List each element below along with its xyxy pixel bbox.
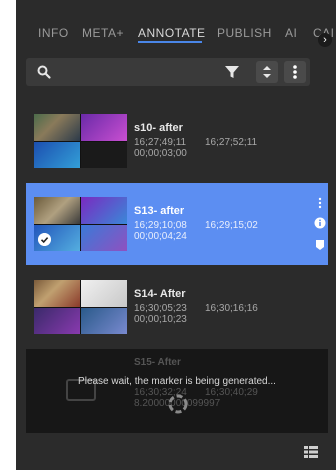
active-tab-indicator	[138, 41, 202, 43]
annotation-duration: 00;00;10;23	[134, 314, 187, 325]
tab-bar: INFO META+ ANNOTATE PUBLISH AI CAI ›	[16, 18, 336, 47]
more-vertical-icon[interactable]	[314, 197, 326, 209]
annotation-duration: 00;00;03;00	[134, 148, 187, 159]
search-bar	[26, 58, 310, 86]
annotation-thumbnail	[34, 280, 127, 334]
overlay-message: Please wait, the marker is being generat…	[78, 376, 276, 387]
tab-annotate[interactable]: ANNOTATE	[138, 26, 206, 40]
annotation-thumbnail	[34, 114, 127, 168]
annotation-end-timecode: 16;27;52;11	[205, 137, 258, 148]
filter-icon[interactable]	[224, 64, 240, 80]
more-vertical-icon	[293, 65, 297, 79]
chevron-right-icon[interactable]: ›	[318, 33, 332, 47]
annotation-end-timecode: 16;30;16;16	[205, 303, 258, 314]
annotation-title: S14- After	[134, 288, 186, 300]
spinner-icon	[168, 394, 188, 414]
tab-publish[interactable]: PUBLISH	[217, 26, 272, 40]
sort-icon	[263, 66, 271, 78]
info-icon[interactable]	[314, 217, 326, 229]
tag-icon[interactable]	[314, 239, 326, 251]
annotation-title: s10- after	[134, 122, 183, 134]
check-icon	[38, 233, 51, 246]
annotation-duration: 00;00;04;24	[134, 231, 187, 242]
annotation-start-timecode: 16;27;49;11	[134, 137, 187, 148]
sort-button[interactable]	[256, 61, 278, 83]
annotation-item-selected[interactable]: S13- after 16;29;10;08 16;29;15;02 00;00…	[26, 183, 328, 265]
annotation-thumbnail	[34, 197, 127, 251]
annotate-panel: INFO META+ ANNOTATE PUBLISH AI CAI ›	[16, 0, 336, 470]
annotation-start-timecode: 16;29;10;08	[134, 220, 187, 231]
ghost-annotation-title: S15- After	[134, 357, 181, 368]
tab-meta-plus[interactable]: META+	[82, 26, 124, 40]
annotation-actions	[314, 197, 326, 257]
annotation-item[interactable]: s10- after 16;27;49;11 16;27;52;11 00;00…	[26, 100, 328, 182]
generating-overlay: S15- After 16;30;32;24 16;30;40;29 8.200…	[26, 349, 328, 433]
tab-info[interactable]: INFO	[38, 26, 69, 40]
grid-view-icon[interactable]	[304, 446, 318, 458]
tab-ai[interactable]: AI	[285, 26, 297, 40]
more-options-button[interactable]	[284, 61, 306, 83]
ghost-end-timecode: 16;30;40;29	[205, 387, 258, 398]
search-icon[interactable]	[36, 64, 52, 80]
annotation-title: S13- after	[134, 205, 185, 217]
annotation-start-timecode: 16;30;05;23	[134, 303, 187, 314]
annotation-item[interactable]: S14- After 16;30;05;23 16;30;16;16 00;00…	[26, 266, 328, 348]
annotation-end-timecode: 16;29;15;02	[205, 220, 258, 231]
bottom-toolbar	[16, 434, 336, 470]
